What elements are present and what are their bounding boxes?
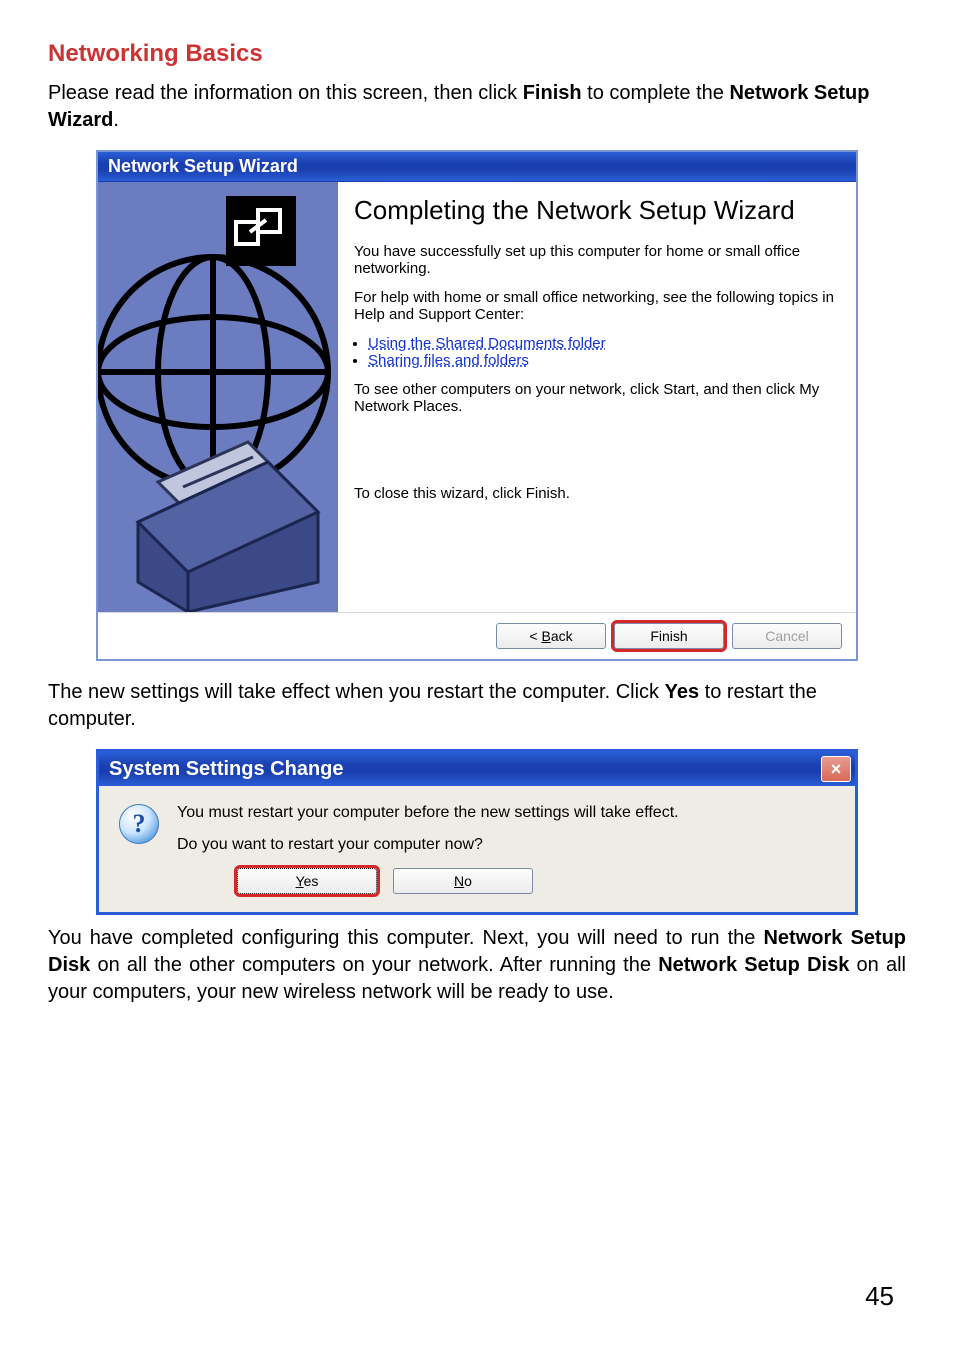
- wizard-graphic: [98, 182, 338, 612]
- question-icon: ?: [119, 804, 159, 844]
- wizard-button-row: < Back Finish Cancel: [98, 612, 856, 659]
- dialog-button-row: Yes No: [237, 868, 679, 894]
- finish-button[interactable]: Finish: [614, 623, 724, 649]
- wizard-close-text: To close this wizard, click Finish.: [354, 485, 836, 502]
- yes-button[interactable]: Yes: [237, 868, 377, 894]
- restart-instructions: The new settings will take effect when y…: [48, 679, 906, 733]
- wizard-help-links: Using the Shared Documents folder Sharin…: [354, 335, 836, 369]
- no-button[interactable]: No: [393, 868, 533, 894]
- dialog-line-1: You must restart your computer before th…: [177, 804, 679, 822]
- link-sharing-files[interactable]: Sharing files and folders: [368, 352, 529, 369]
- dialog-message: You must restart your computer before th…: [177, 804, 679, 894]
- dialog-line-2: Do you want to restart your computer now…: [177, 836, 679, 854]
- link-shared-documents[interactable]: Using the Shared Documents folder: [368, 335, 606, 352]
- page-title: Networking Basics: [48, 40, 906, 68]
- network-setup-wizard-window: Network Setup Wizard: [96, 150, 858, 661]
- wizard-success-text: You have successfully set up this comput…: [354, 243, 836, 277]
- wizard-help-intro: For help with home or small office netwo…: [354, 289, 836, 323]
- dialog-titlebar: System Settings Change ×: [99, 752, 855, 786]
- network-globe-printer-icon: [98, 182, 338, 612]
- wizard-titlebar: Network Setup Wizard: [98, 152, 856, 182]
- wizard-heading: Completing the Network Setup Wizard: [354, 196, 836, 225]
- cancel-button: Cancel: [732, 623, 842, 649]
- wizard-network-places-text: To see other computers on your network, …: [354, 381, 836, 415]
- system-settings-dialog: System Settings Change × ? You must rest…: [96, 749, 858, 915]
- page-number: 45: [865, 1281, 894, 1312]
- intro-text: Please read the information on this scre…: [48, 80, 906, 134]
- dialog-title: System Settings Change: [109, 758, 344, 781]
- completion-text: You have completed configuring this comp…: [48, 925, 906, 1006]
- close-button[interactable]: ×: [821, 756, 851, 782]
- back-button[interactable]: < Back: [496, 623, 606, 649]
